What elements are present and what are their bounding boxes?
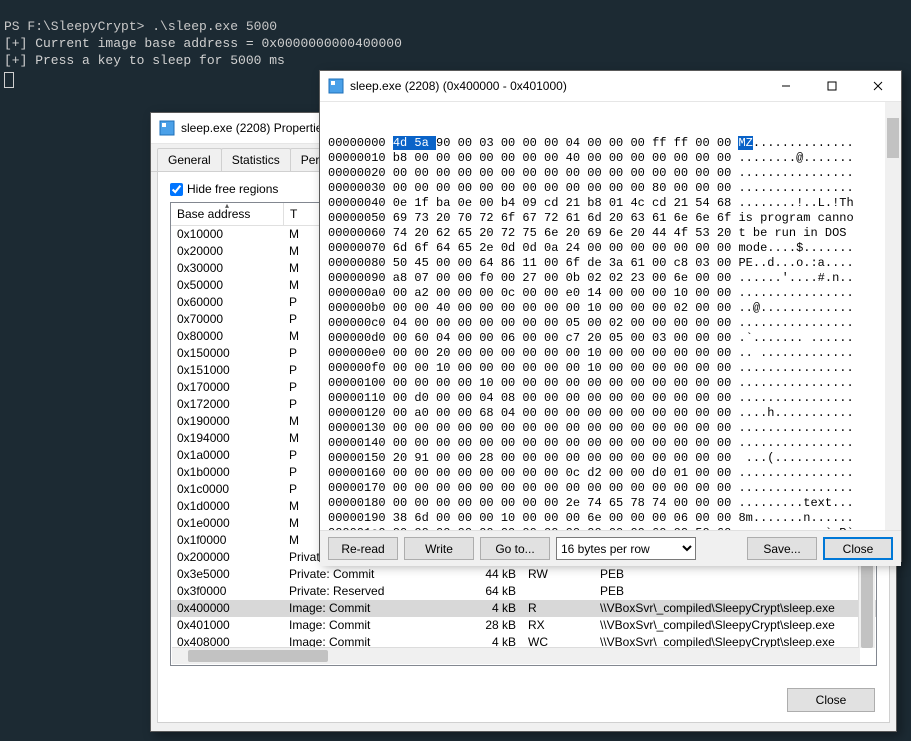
hex-row: 00000060 74 20 62 65 20 72 75 6e 20 69 6… [328,226,897,241]
hex-row: 00000100 00 00 00 00 10 00 00 00 00 00 0… [328,376,897,391]
hex-toolbar: Re-read Write Go to... 16 bytes per row … [320,530,901,566]
table-row[interactable]: 0x401000Image: Commit28 kBRX\\VBoxSvr\_c… [171,617,876,634]
reread-button[interactable]: Re-read [328,537,398,560]
hex-dump[interactable]: 00000000 4d 5a 90 00 03 00 00 00 04 00 0… [320,102,901,530]
sort-caret-icon: ▴ [225,202,229,210]
hex-row: 00000000 4d 5a 90 00 03 00 00 00 04 00 0… [328,136,897,151]
hex-row: 00000070 6d 6f 64 65 2e 0d 0d 0a 24 00 0… [328,241,897,256]
write-button[interactable]: Write [404,537,474,560]
terminal-line-1: PS F:\SleepyCrypt> .\sleep.exe 5000 [4,19,277,34]
hide-free-regions-label: Hide free regions [187,182,278,196]
hscroll-thumb[interactable] [188,650,328,662]
col-base-address[interactable]: ▴Base address [171,203,284,225]
hex-row: 00000130 00 00 00 00 00 00 00 00 00 00 0… [328,421,897,436]
hex-row: 000000e0 00 00 20 00 00 00 00 00 00 10 0… [328,346,897,361]
hex-row: 00000180 00 00 00 00 00 00 00 00 2e 74 6… [328,496,897,511]
hex-window: sleep.exe (2208) (0x400000 - 0x401000) 0… [319,70,902,562]
hex-row: 000001a0 00 00 00 00 00 00 00 00 00 00 0… [328,526,897,530]
hex-row: 00000040 0e 1f ba 0e 00 b4 09 cd 21 b8 0… [328,196,897,211]
hex-scroll-thumb[interactable] [887,118,899,158]
app-icon [159,120,175,136]
hex-close-button[interactable]: Close [823,537,893,560]
hex-row: 00000170 00 00 00 00 00 00 00 00 00 00 0… [328,481,897,496]
hex-row: 000000f0 00 00 10 00 00 00 00 00 00 10 0… [328,361,897,376]
table-row[interactable]: 0x3e5000Private: Commit44 kBRWPEB [171,566,876,583]
hex-row: 00000010 b8 00 00 00 00 00 00 00 40 00 0… [328,151,897,166]
hex-row: 00000150 20 91 00 00 28 00 00 00 00 00 0… [328,451,897,466]
maximize-button[interactable] [809,71,855,101]
hex-titlebar[interactable]: sleep.exe (2208) (0x400000 - 0x401000) [320,71,901,102]
hex-row: 000000b0 00 00 40 00 00 00 00 00 00 10 0… [328,301,897,316]
hex-row: 00000090 a8 07 00 00 f0 00 27 00 0b 02 0… [328,271,897,286]
horizontal-scrollbar[interactable] [172,647,860,664]
hex-row: 000000d0 00 60 04 00 00 06 00 00 c7 20 0… [328,331,897,346]
table-row[interactable]: 0x3f0000Private: Reserved64 kBPEB [171,583,876,600]
goto-button[interactable]: Go to... [480,537,550,560]
hex-title: sleep.exe (2208) (0x400000 - 0x401000) [350,79,763,93]
hex-row: 00000140 00 00 00 00 00 00 00 00 00 00 0… [328,436,897,451]
hex-row: 00000050 69 73 20 70 72 6f 67 72 61 6d 2… [328,211,897,226]
hex-row: 00000080 50 45 00 00 64 86 11 00 6f de 3… [328,256,897,271]
hex-row: 00000120 00 a0 00 00 68 04 00 00 00 00 0… [328,406,897,421]
hex-row: 00000190 38 6d 00 00 00 10 00 00 00 6e 0… [328,511,897,526]
terminal-line-2: [+] Current image base address = 0x00000… [4,36,402,51]
hide-free-regions-input[interactable] [170,183,183,196]
close-button[interactable] [855,71,901,101]
bytes-per-row-select[interactable]: 16 bytes per row [556,537,696,560]
app-icon [328,78,344,94]
hex-row: 00000030 00 00 00 00 00 00 00 00 00 00 0… [328,181,897,196]
hex-row: 00000160 00 00 00 00 00 00 00 00 0c d2 0… [328,466,897,481]
terminal-line-3: [+] Press a key to sleep for 5000 ms [4,53,285,68]
hex-row: 000000c0 04 00 00 00 00 00 00 00 05 00 0… [328,316,897,331]
properties-close-button[interactable]: Close [787,688,875,712]
save-button[interactable]: Save... [747,537,817,560]
terminal-cursor [4,72,14,88]
tab-statistics[interactable]: Statistics [221,148,291,171]
table-row[interactable]: 0x400000Image: Commit4 kBR\\VBoxSvr\_com… [171,600,876,617]
hex-row: 00000110 00 d0 00 00 04 08 00 00 00 00 0… [328,391,897,406]
tab-general[interactable]: General [157,148,222,171]
hex-vertical-scrollbar[interactable] [885,102,901,530]
hex-row: 00000020 00 00 00 00 00 00 00 00 00 00 0… [328,166,897,181]
minimize-button[interactable] [763,71,809,101]
hex-row: 000000a0 00 a2 00 00 00 0c 00 00 e0 14 0… [328,286,897,301]
